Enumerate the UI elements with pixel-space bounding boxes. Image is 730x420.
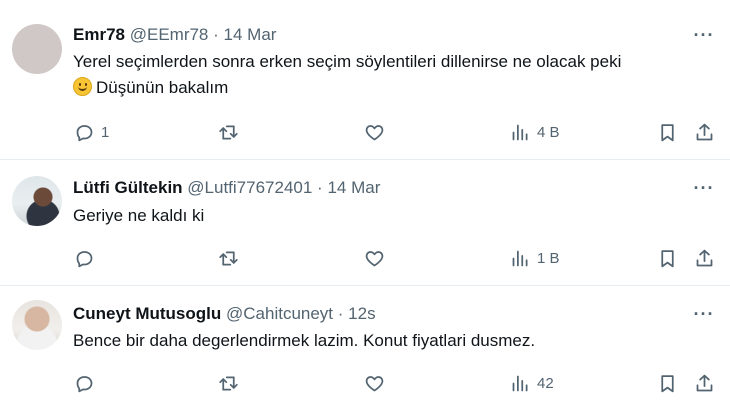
user-handle[interactable]: @Lutfi77672401 — [187, 178, 312, 197]
user-handle[interactable]: @EEmr78 — [130, 25, 209, 44]
meta-separator: · — [213, 25, 219, 44]
timeline-feed: Emr78 @EEmr78 · 14 Mar ··· Yerel seçimle… — [0, 0, 730, 420]
user-handle[interactable]: @Cahitcuneyt — [226, 304, 333, 323]
reply-count: 1 — [101, 123, 110, 141]
views-bar-chart-icon — [512, 124, 528, 140]
views-button[interactable]: 4 B — [510, 120, 560, 144]
share-icon — [696, 374, 713, 391]
tweet-text: Bence bir daha degerlendirmek lazim. Kon… — [73, 328, 700, 354]
more-options-icon[interactable]: ··· — [692, 179, 716, 203]
share-icon — [696, 123, 713, 140]
bookmark-button[interactable] — [657, 371, 678, 395]
tweet-1[interactable]: Emr78 @EEmr78 · 14 Mar ··· Yerel seçimle… — [0, 0, 730, 160]
display-name[interactable]: Cuneyt Mutusoglu — [73, 304, 221, 323]
view-count: 4 B — [537, 123, 560, 141]
views-button[interactable]: 42 — [510, 371, 554, 395]
retweet-button[interactable] — [218, 246, 239, 270]
tweet-actions: 42 — [0, 371, 730, 395]
tweet-3[interactable]: Cuneyt Mutusoglu @Cahitcuneyt · 12s ··· … — [0, 286, 730, 420]
tweet-2[interactable]: Lütfi Gültekin @Lutfi77672401 · 14 Mar ·… — [0, 160, 730, 286]
retweet-button[interactable] — [218, 120, 239, 144]
views-bar-chart-icon — [512, 250, 528, 266]
tweet-actions: 1 B — [0, 246, 730, 270]
view-count: 1 B — [537, 249, 560, 267]
tweet-text-line: Bence bir daha degerlendirmek lazim. Kon… — [73, 331, 536, 350]
avatar[interactable] — [12, 176, 62, 226]
bookmark-icon — [661, 123, 674, 141]
bookmark-button[interactable] — [657, 120, 678, 144]
heart-icon — [365, 375, 384, 391]
tweet-header: Lütfi Gültekin @Lutfi77672401 · 14 Mar — [73, 177, 670, 199]
reply-icon — [76, 124, 93, 141]
tweet-text-line: Düşünün bakalım — [96, 78, 229, 97]
bookmark-button[interactable] — [657, 246, 678, 270]
share-button[interactable] — [694, 246, 715, 270]
tweet-time[interactable]: 14 Mar — [224, 25, 277, 44]
bookmark-icon — [661, 374, 674, 392]
retweet-button[interactable] — [218, 371, 239, 395]
smile-emoji-icon — [73, 77, 92, 96]
heart-icon — [365, 250, 384, 266]
share-icon — [696, 249, 713, 266]
share-button[interactable] — [694, 120, 715, 144]
tweet-time[interactable]: 14 Mar — [327, 178, 380, 197]
more-options-icon[interactable]: ··· — [692, 26, 716, 50]
tweet-text-line: Geriye ne kaldı ki — [73, 206, 205, 225]
avatar[interactable] — [12, 300, 62, 350]
view-count: 42 — [537, 374, 554, 392]
meta-separator: · — [337, 304, 344, 323]
tweet-header: Emr78 @EEmr78 · 14 Mar — [73, 24, 670, 46]
tweet-text-line-2: Düşünün bakalım — [73, 75, 700, 101]
views-bar-chart-icon — [512, 375, 528, 391]
retweet-icon — [219, 251, 238, 265]
tweet-actions: 1 4 B — [0, 120, 730, 144]
reply-button[interactable] — [74, 371, 101, 395]
meta-separator: · — [317, 178, 323, 197]
reply-button[interactable]: 1 — [74, 120, 109, 144]
like-button[interactable] — [364, 120, 385, 144]
like-button[interactable] — [364, 246, 385, 270]
avatar[interactable] — [12, 24, 62, 74]
tweet-header: Cuneyt Mutusoglu @Cahitcuneyt · 12s — [73, 303, 670, 325]
views-button[interactable]: 1 B — [510, 246, 560, 270]
tweet-text-line: Yerel seçimlerden sonra erken seçim söyl… — [73, 52, 622, 71]
share-button[interactable] — [694, 371, 715, 395]
tweet-text: Yerel seçimlerden sonra erken seçim söyl… — [73, 49, 700, 101]
display-name[interactable]: Lütfi Gültekin — [73, 178, 183, 197]
retweet-icon — [219, 376, 238, 390]
like-button[interactable] — [364, 371, 385, 395]
reply-button[interactable] — [74, 246, 101, 270]
tweet-text: Geriye ne kaldı ki — [73, 203, 700, 229]
heart-icon — [365, 124, 384, 140]
display-name[interactable]: Emr78 — [73, 25, 125, 44]
more-options-icon[interactable]: ··· — [692, 305, 716, 329]
tweet-time[interactable]: 12s — [348, 304, 375, 323]
reply-icon — [76, 250, 93, 267]
reply-icon — [76, 375, 93, 392]
bookmark-icon — [661, 249, 674, 267]
retweet-icon — [219, 125, 238, 139]
